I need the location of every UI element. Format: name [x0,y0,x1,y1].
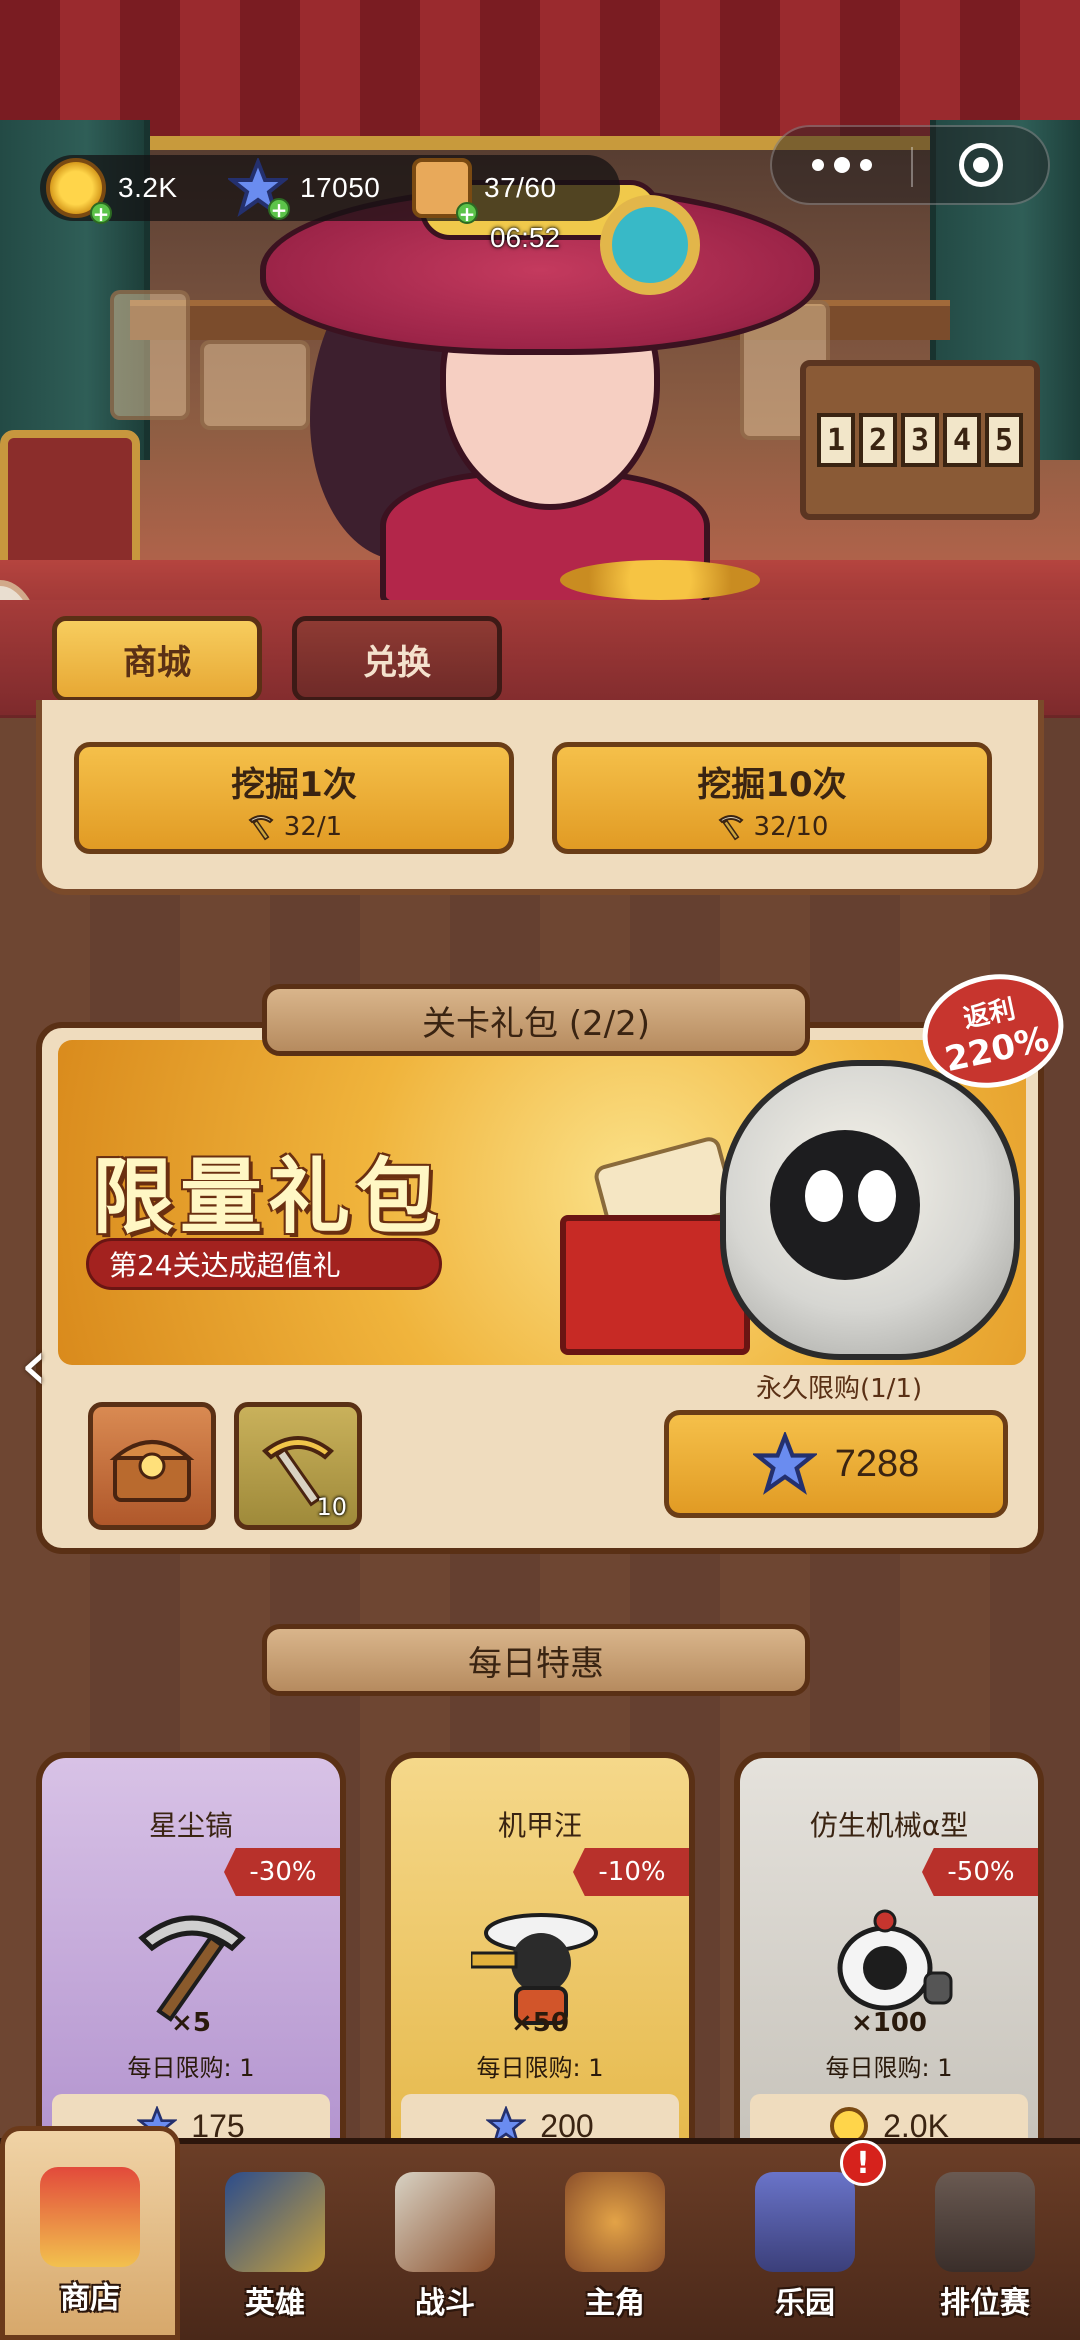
owl-icon [565,2172,665,2272]
purchase-limit: 永久限购(1/1) [756,1374,923,1404]
dig-once-label: 挖掘1次 [231,765,357,805]
biscuit-icon: + [412,158,478,224]
nav-battle[interactable]: 战斗 [360,2150,530,2340]
castle-icon [755,2172,855,2272]
pack-reward-pickaxe[interactable]: 10 [234,1402,362,1530]
number-tile: 4 [943,413,981,467]
pickaxe-icon [717,815,744,841]
number-tile: 5 [985,413,1023,467]
dig-once-cost: 32/1 [79,812,509,842]
alert-badge-icon: ! [840,2140,886,2186]
number-board-decoration: 1 2 3 4 5 [800,360,1040,520]
nav-label: 商店 [60,2281,120,2316]
tab-exchange[interactable]: 兑换 [292,616,502,702]
battle-icon [395,2172,495,2272]
deal-name: 仿生机械α型 [809,1809,969,1842]
nav-ranked[interactable]: 排位赛 [900,2150,1070,2340]
lock-icon [935,2172,1035,2272]
number-tile: 2 [859,413,897,467]
close-button[interactable] [912,127,1050,203]
coin-resource[interactable]: + 3.2K [46,153,178,224]
robot-eye [858,1170,896,1222]
add-icon[interactable]: + [268,198,290,220]
nav-heroes[interactable]: 英雄 [190,2150,360,2340]
number-tile: 1 [817,413,855,467]
add-icon[interactable]: + [90,202,112,224]
dig-once-cost-text: 32/1 [283,812,343,842]
deal-limit: 每日限购: 1 [476,2054,604,2082]
deal-limit: 每日限购: 1 [825,2054,953,2082]
dig-ten-label: 挖掘10次 [697,765,847,805]
limited-pack-subtitle: 第24关达成超值礼 [86,1238,442,1290]
dot [834,157,850,173]
treasure-chest-icon [109,1440,195,1502]
nav-label: 排位赛 [940,2286,1030,2321]
robot-face [770,1130,920,1280]
nav-label: 主角 [585,2286,645,2321]
deal-card-stardust-pickaxe[interactable]: 星尘镐 -30% ×5 每日限购: 1 175 [36,1752,346,2152]
pack-price: 7288 [834,1442,920,1485]
previous-pack-arrow-icon[interactable]: ‹ [20,1330,70,1410]
stamina-count: 37/60 [484,172,557,203]
nav-shop[interactable]: 商店 [0,2126,180,2340]
hero-cards-icon [225,2172,325,2272]
add-icon[interactable]: + [456,202,478,224]
pickaxe-count: 10 [316,1493,347,1521]
deal-card-mecha-dog[interactable]: 机甲汪 -10% ×50 每日限购: 1 200 [385,1752,695,2152]
number-tile: 3 [901,413,939,467]
deal-limit: 每日限购: 1 [127,2054,255,2082]
nav-protagonist[interactable]: 主角 [530,2150,700,2340]
deal-name: 星尘镐 [148,1809,233,1842]
dot [860,159,872,171]
daily-deals-section-title: 每日特惠 [468,1643,604,1684]
nav-label: 战斗 [415,2286,475,2321]
coin-count: 3.2K [118,172,178,203]
coin-icon: + [46,158,112,224]
deal-quantity: ×100 [850,2008,928,2038]
dot [812,159,824,171]
star-count: 17050 [300,172,381,203]
pickaxe-icon [248,815,274,841]
monocle-icon [600,195,700,295]
more-button[interactable] [772,127,912,203]
star-icon [752,1432,817,1495]
dig-ten-cost-text: 32/10 [753,812,829,842]
daily-deals-ribbon: 每日特惠 [262,1624,810,1696]
deal-quantity: ×5 [171,2008,211,2038]
limited-pack-title: 限量礼包 [92,1150,445,1245]
dig-ten-cost: 32/10 [557,812,987,842]
box-decoration [200,340,310,430]
tab-shop[interactable]: 商城 [52,616,262,702]
dig-ten-button[interactable]: 挖掘10次 32/10 [552,742,992,854]
deal-name: 机甲汪 [497,1809,582,1842]
close-ring-icon [959,143,1003,187]
deal-card-bionic-mech[interactable]: 仿生机械α型 -50% ×100 每日限购: 1 2.0K [734,1752,1044,2152]
pack-reward-chest[interactable] [88,1402,216,1530]
shop-icon [40,2167,140,2267]
robot-eye [805,1170,843,1222]
coin-pile-decoration [560,560,760,600]
deal-quantity: ×50 [511,2008,569,2038]
nav-label: 乐园 [775,2286,835,2321]
star-icon: + [226,156,290,220]
stamina-timer: 06:52 [489,222,561,253]
level-pack-section-title: 关卡礼包 (2/2) [421,1003,651,1044]
dig-once-button[interactable]: 挖掘1次 32/1 [74,742,514,854]
star-resource[interactable]: + 17050 [226,153,381,223]
stamina-resource[interactable]: + 37/60 [412,153,557,224]
nav-label: 英雄 [245,2286,305,2321]
level-pack-ribbon: 关卡礼包 (2/2) [262,984,810,1056]
buy-pack-button[interactable]: 7288 [664,1410,1008,1518]
mini-program-capsule [770,125,1050,205]
jar-decoration [110,290,190,420]
treasure-chest-decoration [0,430,140,580]
